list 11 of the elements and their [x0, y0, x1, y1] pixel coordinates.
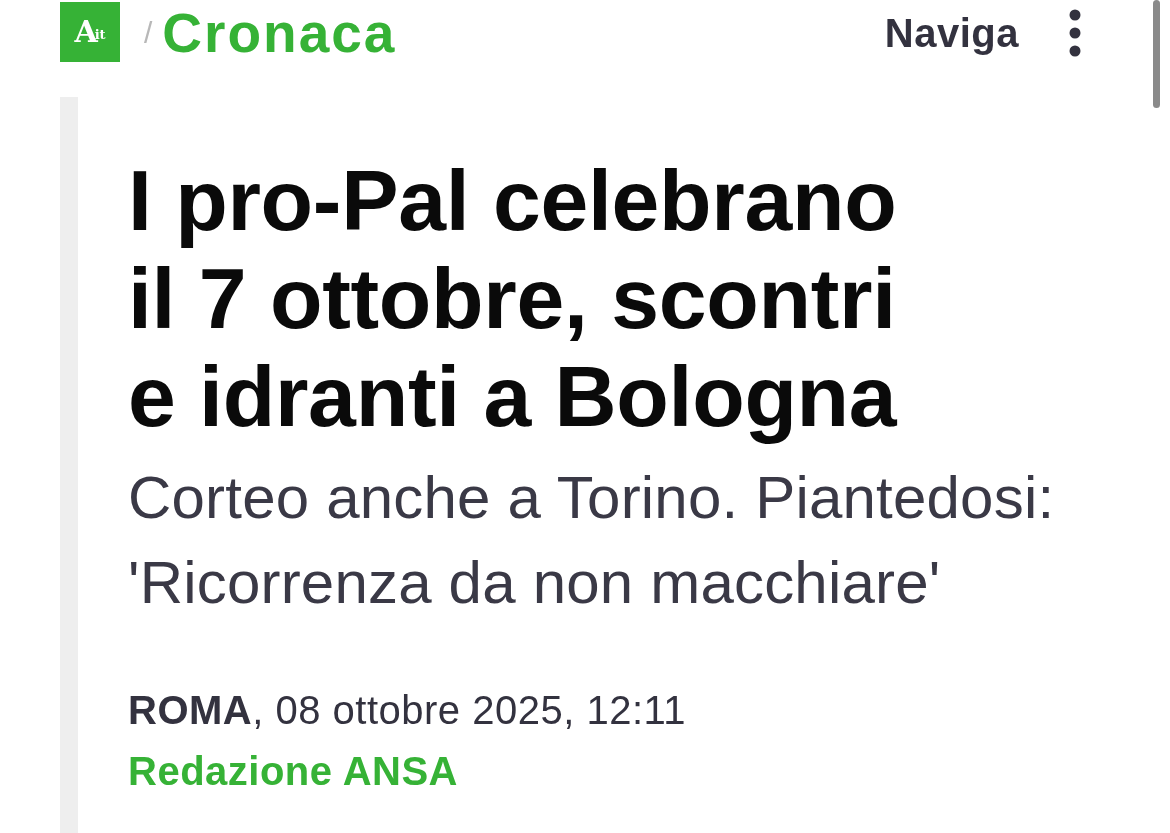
section-link[interactable]: Cronaca	[162, 5, 397, 61]
more-menu-icon	[1069, 9, 1081, 57]
article-dateline: ROMA, 08 ottobre 2025, 12:11	[128, 687, 687, 734]
article-headline: I pro-Pal celebrano il 7 ottobre, scontri e idranti a Bologna	[128, 151, 898, 445]
navigate-button[interactable]: Naviga	[884, 13, 1019, 53]
site-logo[interactable]: Ait	[60, 2, 120, 62]
breadcrumb-separator: /	[144, 16, 153, 50]
article-subtitle: Corteo anche a Torino. Piantedosi: 'Ricorrenza da non macchiare'	[128, 463, 1056, 618]
scrollbar-thumb[interactable]	[1153, 0, 1160, 108]
author-link[interactable]: Redazione ANSA	[128, 746, 458, 796]
more-menu-button[interactable]	[1069, 9, 1081, 57]
